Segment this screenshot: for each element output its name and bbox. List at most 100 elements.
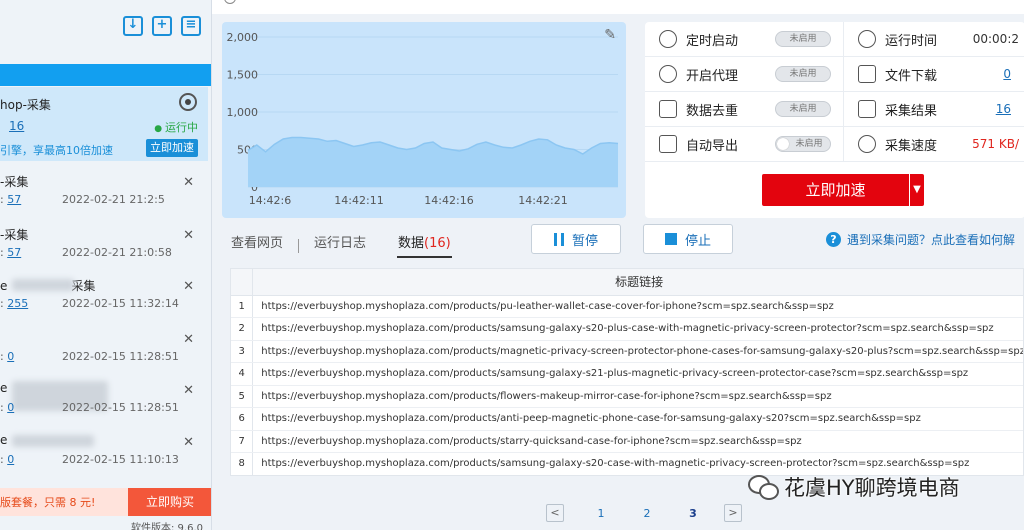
document-icon[interactable] (181, 16, 201, 36)
row-number: 7 (231, 430, 254, 453)
buy-now-button[interactable]: 立即购买 (128, 488, 211, 516)
stop-button[interactable]: 停止 (643, 224, 733, 254)
active-task-card[interactable]: hop-采集 16 运行中 引擎，享最高10倍加速 立即加速 (0, 87, 208, 161)
stat-proxy: 开启代理 未启用 (645, 57, 844, 92)
task-item[interactable]: e : 0 2022-02-15 11:10:13 ✕ (0, 433, 208, 485)
dedupe-toggle[interactable]: 未启用 (775, 101, 831, 117)
table-row[interactable]: 5 https://everbuyshop.myshoplaza.com/prod… (231, 385, 1023, 408)
tab-bar: 查看网页 运行日志 数据(16) (230, 232, 452, 260)
page-1[interactable]: 1 (578, 507, 624, 520)
task-item[interactable]: : 0 2022-02-15 11:28:51 ✕ (0, 330, 208, 382)
row-url: https://everbuyshop.myshoplaza.com/produ… (252, 362, 1023, 386)
task-name: -采集 (0, 228, 29, 242)
speed-chart: 2,000 1,500 1,000 500 0 14:42:6 14:42:11 14:42:… (222, 22, 626, 218)
sidebar-toolbar (0, 0, 211, 40)
task-name: -采集 (0, 175, 29, 189)
task-sidebar: hop-采集 16 运行中 引擎，享最高10倍加速 立即加速 -采集 : 57 … (0, 0, 212, 530)
tab-data[interactable]: 数据(16) (397, 234, 452, 258)
timed-start-toggle[interactable]: 未启用 (775, 31, 831, 47)
accelerate-tip: 引擎，享最高10倍加速 (0, 144, 113, 157)
proxy-toggle[interactable]: 未启用 (775, 66, 831, 82)
watermark-text: 花虞HY聊跨境电商 (784, 476, 960, 500)
task-item[interactable]: -采集 : 57 2022-02-21 21:2:5 ✕ (0, 173, 208, 225)
question-icon: ? (826, 232, 841, 247)
help-text: 遇到采集问题？点此查看如何解 (847, 233, 1016, 247)
table-row[interactable]: 7 https://everbuyshop.myshoplaza.com/prod… (231, 430, 1023, 453)
page-3-current[interactable]: 3 (670, 507, 716, 520)
auto-export-toggle[interactable]: 未启用 (775, 136, 831, 152)
task-count: : 57 (0, 246, 22, 259)
run-time-value: 00:00:2 (972, 32, 1019, 46)
task-count: : 255 (0, 297, 29, 310)
stat-label: 定时启动 (686, 33, 739, 49)
speedometer-icon (858, 135, 876, 153)
active-task-count[interactable]: 16 (9, 119, 24, 133)
target-icon[interactable] (179, 93, 197, 111)
version-text: 软件版本: 9.6.0 (131, 523, 203, 530)
table-row[interactable]: 6 https://everbuyshop.myshoplaza.com/prod… (231, 407, 1023, 431)
table-row[interactable]: 4 https://everbuyshop.myshoplaza.com/prod… (231, 362, 1023, 386)
task-name: e (0, 381, 8, 395)
add-task-icon[interactable] (152, 16, 172, 36)
close-icon[interactable]: ✕ (183, 175, 194, 190)
stat-file-download: 文件下载 0 (844, 57, 1024, 92)
column-header-title-link[interactable]: 标题链接 (252, 269, 1023, 296)
pause-button[interactable]: 暂停 (531, 224, 621, 254)
promo-banner: 版套餐，只需 8 元! 立即购买 (0, 488, 211, 516)
task-item[interactable]: e 采集 : 255 2022-02-15 11:32:14 ✕ (0, 277, 208, 329)
stat-label: 文件下载 (885, 68, 938, 84)
table-row[interactable]: 3 https://everbuyshop.myshoplaza.com/prod… (231, 340, 1023, 363)
row-number: 8 (231, 452, 254, 475)
tab-run-log[interactable]: 运行日志 (313, 234, 367, 258)
edit-icon[interactable]: ✎ (604, 27, 616, 43)
promo-text: 版套餐，只需 8 元! (0, 496, 96, 509)
next-page-button[interactable]: > (724, 504, 742, 522)
x-tick-label: 14:42:21 (518, 194, 567, 207)
close-icon[interactable]: ✕ (183, 435, 194, 450)
blurred-text (12, 435, 94, 447)
help-link[interactable]: ? 遇到采集问题？点此查看如何解 (826, 231, 1015, 248)
task-count: : 0 (0, 401, 15, 414)
stat-timed-start: 定时启动 未启用 (645, 22, 844, 57)
clock-icon (224, 0, 236, 4)
tab-view-page[interactable]: 查看网页 (230, 234, 284, 258)
file-download-value[interactable]: 0 (1003, 67, 1011, 81)
close-icon[interactable]: ✕ (183, 332, 194, 347)
row-url: https://everbuyshop.myshoplaza.com/produ… (252, 385, 1023, 408)
chart-svg: 2,0001,5001,000500014:42:6 14:42:11 14:42:… (227, 31, 619, 207)
sidebar-header-bar (0, 64, 211, 86)
task-item[interactable]: -采集 : 57 2022-02-21 21:0:58 ✕ (0, 226, 208, 278)
task-count: : 0 (0, 453, 15, 466)
pause-label: 暂停 (571, 233, 598, 249)
stat-label: 采集速度 (885, 138, 938, 154)
task-date: 2022-02-15 11:28:51 (62, 401, 179, 414)
prev-page-button[interactable]: < (546, 504, 564, 522)
close-icon[interactable]: ✕ (183, 279, 194, 294)
table-row[interactable]: 2 https://everbuyshop.myshoplaza.com/prod… (231, 317, 1023, 341)
task-count: : 57 (0, 193, 22, 206)
close-icon[interactable]: ✕ (183, 383, 194, 398)
task-date: 2022-02-15 11:10:13 (62, 453, 179, 466)
task-item[interactable]: e : 0 2022-02-15 11:28:51 ✕ (0, 381, 208, 433)
close-icon[interactable]: ✕ (183, 228, 194, 243)
x-tick-label: 14:42:11 (334, 194, 383, 207)
sidebar-accelerate-button[interactable]: 立即加速 (146, 139, 198, 157)
chevron-down-icon[interactable]: ▼ (910, 174, 924, 206)
stat-dedupe: 数据去重 未启用 (645, 92, 844, 127)
accelerate-button[interactable]: 立即加速 (762, 174, 909, 206)
y-tick-label: 1,000 (227, 106, 259, 119)
task-date: 2022-02-15 11:32:14 (62, 297, 179, 310)
results-value[interactable]: 16 (996, 102, 1011, 116)
stat-label: 采集结果 (885, 103, 938, 119)
row-number: 3 (231, 340, 254, 363)
table-header-row: 标题链接 (231, 269, 1023, 296)
task-date: 2022-02-21 21:2:5 (62, 193, 165, 206)
table-row[interactable]: 1 https://everbuyshop.myshoplaza.com/prod… (231, 295, 1023, 318)
speed-value: 571 KB/ (972, 137, 1019, 151)
data-table: 标题链接 1 https://everbuyshop.myshoplaza.com… (230, 268, 1024, 476)
row-url: https://everbuyshop.myshoplaza.com/produ… (252, 295, 1023, 318)
dedupe-icon (659, 100, 677, 118)
stat-results: 采集结果 16 (844, 92, 1024, 127)
page-2[interactable]: 2 (624, 507, 670, 520)
download-icon[interactable] (123, 16, 143, 36)
